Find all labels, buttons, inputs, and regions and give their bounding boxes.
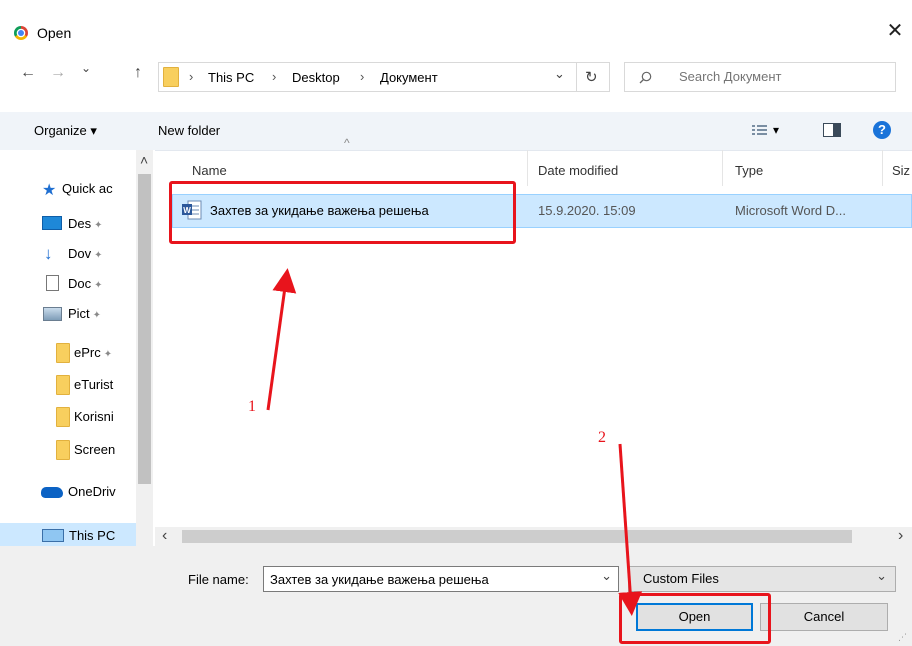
annotation-arrow-1 xyxy=(266,268,297,411)
annotation-arrow-2 xyxy=(618,443,643,616)
annotation-arrows xyxy=(266,268,643,616)
